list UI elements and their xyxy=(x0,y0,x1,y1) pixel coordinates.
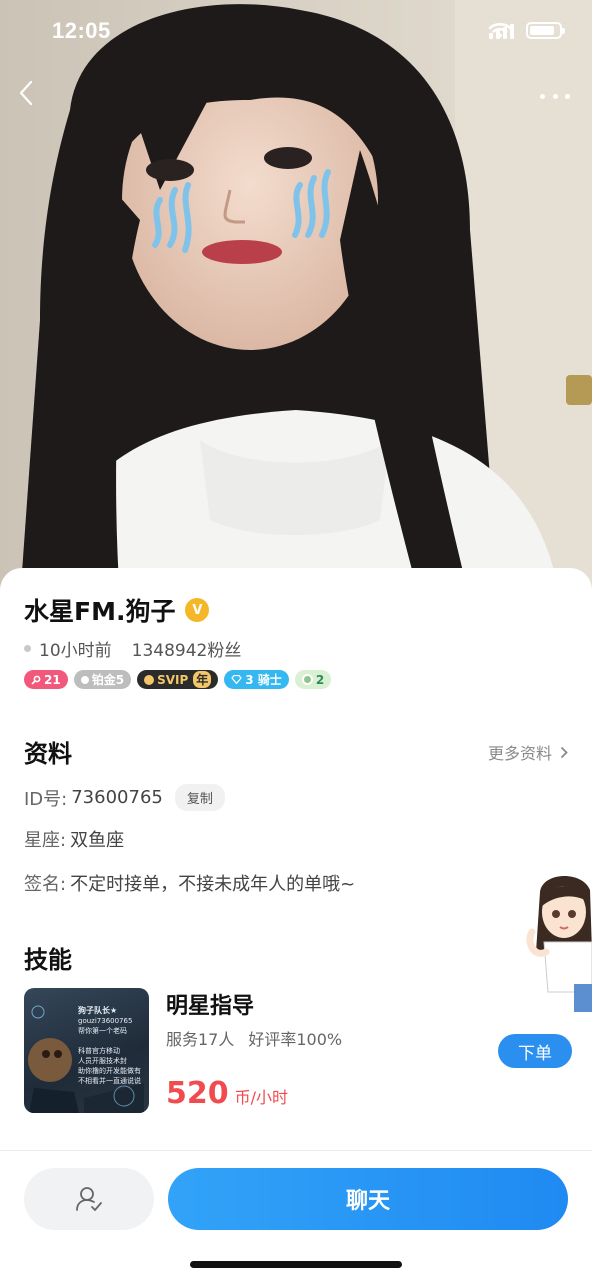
skill-name: 明星指导 xyxy=(166,994,255,1019)
skill-thumbnail: 狗子队长★ gouzi73600765 帮你第一个老码 科普官方移动 人员开服技… xyxy=(24,988,149,1113)
id-value: 73600765 xyxy=(71,787,163,808)
wifi-icon xyxy=(489,23,511,38)
served-count: 服务17人 xyxy=(166,1030,235,1049)
skills-section-title: 技能 xyxy=(24,946,72,974)
rating: 好评率100% xyxy=(248,1030,343,1049)
order-button[interactable]: 下单 xyxy=(498,1034,572,1068)
chevron-right-icon xyxy=(560,746,568,758)
platinum-badge[interactable]: 铂金5 xyxy=(73,670,132,689)
signature-row: 签名: 不定时接单，不接未成年人的单哦~ xyxy=(24,870,355,896)
skill-price: 520 币/小时 xyxy=(166,1076,288,1111)
status-icons xyxy=(489,22,565,39)
thumbnail-caption: 狗子队长★ gouzi73600765 帮你第一个老码 科普官方移动 人员开服技… xyxy=(78,1006,141,1085)
home-indicator[interactable] xyxy=(190,1261,402,1268)
status-time: 12:05 xyxy=(52,18,111,43)
svip-badge[interactable]: SVIP 年 xyxy=(137,670,219,689)
id-row: ID号: 73600765 复制 xyxy=(24,784,225,811)
follow-button[interactable] xyxy=(24,1168,154,1230)
more-dots-icon xyxy=(540,93,545,99)
profile-name: 水星FM.狗子 xyxy=(24,597,176,626)
knight-badge[interactable]: 3 骑士 xyxy=(224,670,289,689)
name-row: 水星FM.狗子 V xyxy=(24,592,210,628)
back-button[interactable] xyxy=(18,80,48,110)
profile-photo-illustration xyxy=(0,0,592,600)
battery-icon xyxy=(526,22,565,39)
add-friend-icon xyxy=(76,1187,102,1211)
chat-button[interactable]: 聊天 xyxy=(168,1168,568,1230)
profile-photo[interactable]: 12:05 xyxy=(0,0,592,600)
verified-v-icon: V xyxy=(185,598,210,622)
price-unit: 币/小时 xyxy=(234,1088,289,1107)
status-bar: 12:05 xyxy=(0,0,592,66)
skill-stats: 服务17人 好评率100% xyxy=(166,1026,342,1050)
profile-meta: 10小时前 1348942粉丝 xyxy=(24,636,241,661)
info-section-title: 资料 xyxy=(24,740,72,768)
level-badge[interactable]: 21 xyxy=(24,670,68,689)
diamond-icon xyxy=(231,675,243,684)
fan-level-badge[interactable]: 2 xyxy=(294,670,332,689)
ring-icon xyxy=(301,674,313,685)
signature-value: 不定时接单，不接未成年人的单哦~ xyxy=(70,874,356,895)
badge-row: 21 铂金5 SVIP 年 3 骑士 2 xyxy=(24,670,332,689)
more-info-link[interactable]: 更多资料 xyxy=(488,740,568,764)
constellation-value: 双鱼座 xyxy=(70,830,125,851)
svip-crown-icon xyxy=(144,674,155,685)
last-active: 10小时前 xyxy=(39,641,112,661)
price-value: 520 xyxy=(166,1076,229,1111)
skill-card[interactable]: 狗子队长★ gouzi73600765 帮你第一个老码 科普官方移动 人员开服技… xyxy=(24,988,572,1118)
key-icon xyxy=(31,675,41,685)
platinum-icon xyxy=(80,675,89,684)
chevron-left-icon xyxy=(19,80,33,106)
more-button[interactable] xyxy=(540,86,570,106)
offline-dot-icon xyxy=(24,645,31,652)
battery-level xyxy=(530,26,554,35)
fans-count: 1348942粉丝 xyxy=(131,641,242,661)
copy-id-button[interactable]: 复制 xyxy=(174,784,225,811)
constellation-row: 星座: 双鱼座 xyxy=(24,826,124,852)
